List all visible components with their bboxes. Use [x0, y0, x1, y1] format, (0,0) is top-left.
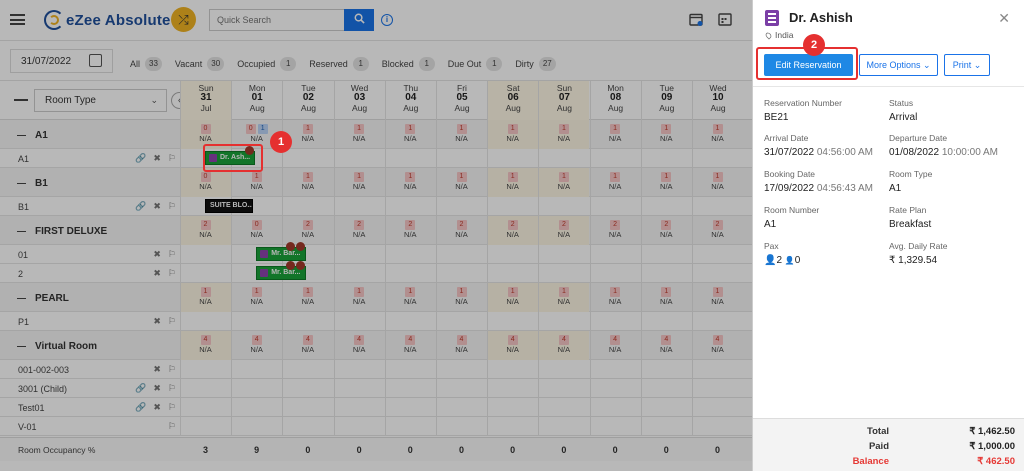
- room-number-field: Room Number A1: [764, 205, 820, 230]
- print-button[interactable]: Print ⌄: [944, 54, 990, 76]
- status-field: Status Arrival: [889, 98, 918, 123]
- step-marker-2: 2: [803, 34, 825, 56]
- avg-daily-rate-field: Avg. Daily Rate ₹ 1,329.54: [889, 241, 948, 266]
- highlight-box: [203, 144, 263, 172]
- chevron-down-icon: ⌄: [923, 60, 931, 70]
- modal-backdrop[interactable]: [0, 0, 752, 471]
- divider: [753, 86, 1024, 87]
- departure-date-field: Departure Date 01/08/2022 10:00:00 AM: [889, 133, 998, 158]
- close-icon[interactable]: ✕: [998, 10, 1010, 27]
- step-marker-1: 1: [270, 131, 292, 153]
- reservation-number-field: Reservation Number BE21: [764, 98, 842, 123]
- chevron-down-icon: ⌄: [973, 60, 982, 70]
- adult-icon: 👤: [764, 255, 777, 266]
- rate-plan-field: Rate Plan Breakfast: [889, 205, 932, 230]
- guest-country: India: [764, 30, 793, 40]
- location-pin-icon: [764, 31, 773, 40]
- room-type-field: Room Type A1: [889, 169, 933, 194]
- reservation-panel: Dr. Ashish ✕ India Edit Reservation More…: [752, 0, 1024, 471]
- guest-name: Dr. Ashish: [789, 10, 853, 25]
- child-icon: 👤: [784, 256, 795, 265]
- pax-field: Pax 👤2 👤0: [764, 241, 801, 266]
- arrival-date-field: Arrival Date 31/07/2022 04:56:00 AM: [764, 133, 873, 158]
- more-options-button[interactable]: More Options ⌄: [859, 54, 938, 76]
- booking-date-field: Booking Date 17/09/2022 04:56:43 AM: [764, 169, 873, 194]
- totals-summary: Total ₹ 1,462.50 Paid ₹ 1,000.00 Balance ₹ …: [753, 418, 1024, 471]
- guest-icon: [765, 10, 779, 26]
